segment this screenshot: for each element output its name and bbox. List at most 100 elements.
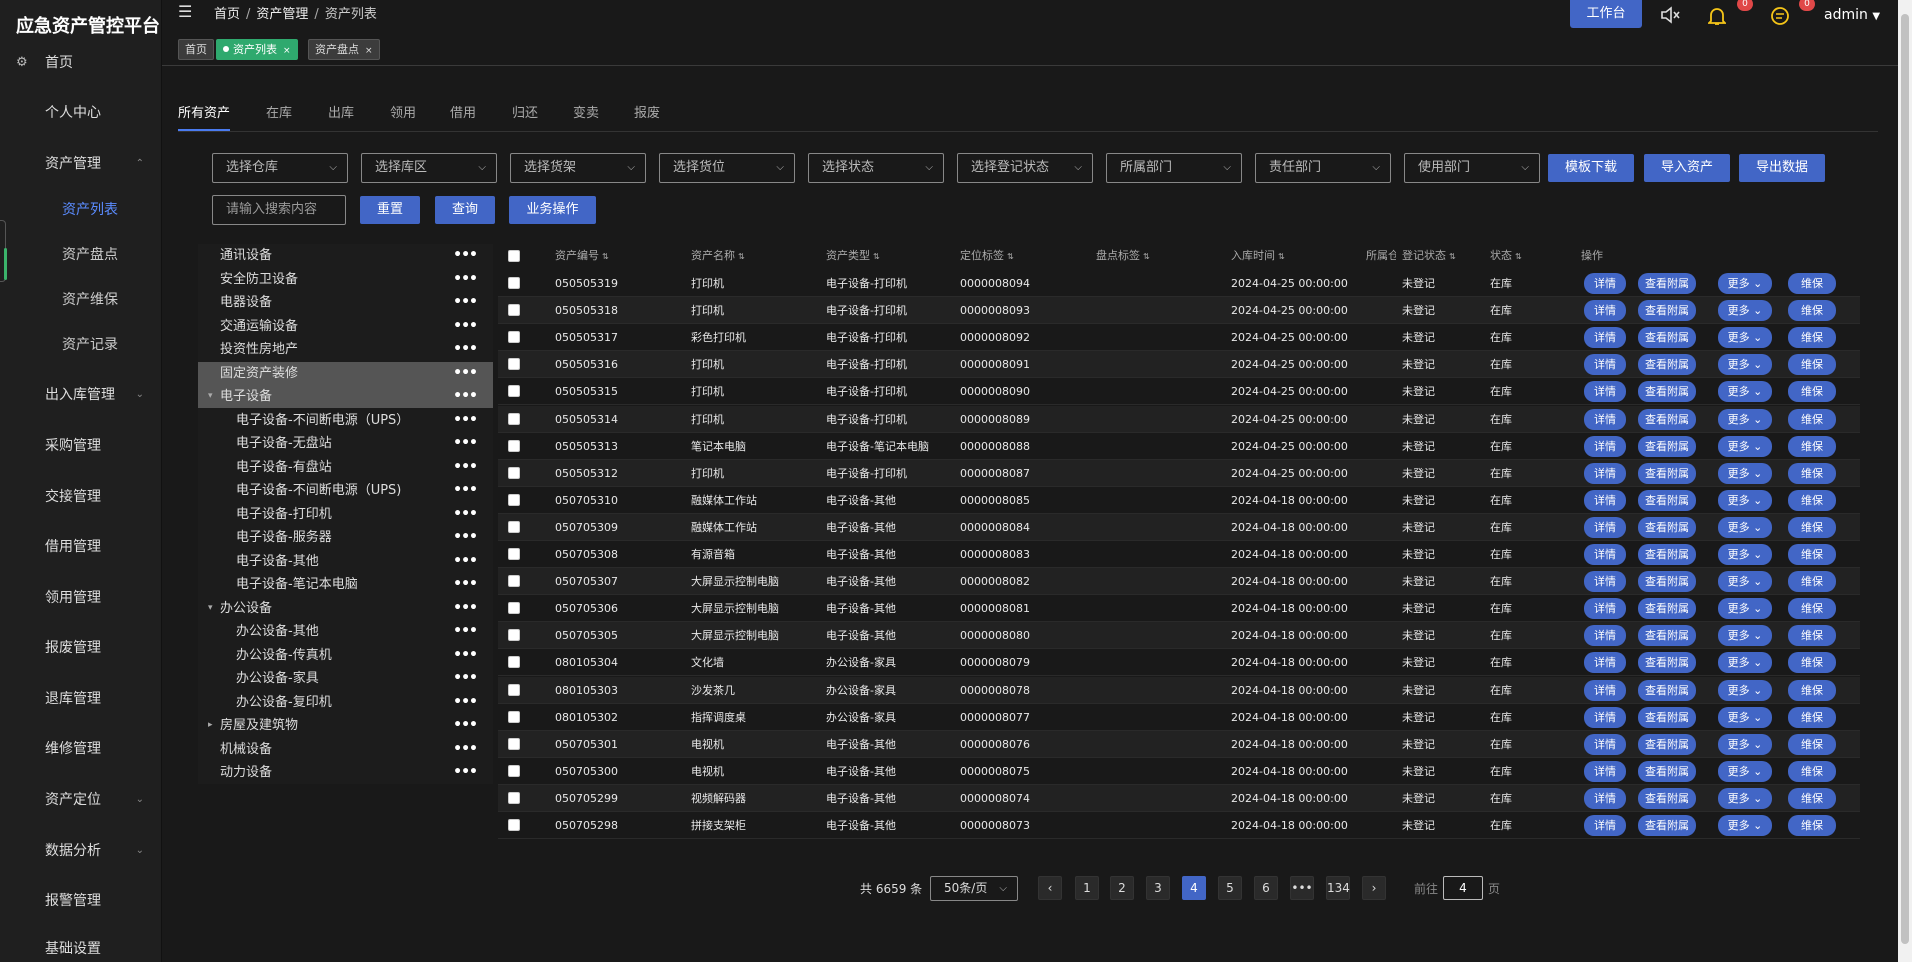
more-icon[interactable]: ••• [453, 315, 478, 338]
page-size-select[interactable]: 50条/页 ⌵ [930, 876, 1018, 901]
more-icon[interactable]: ••• [453, 385, 478, 408]
more-icon[interactable]: ••• [453, 479, 478, 502]
scrollbar-thumb[interactable] [1901, 14, 1909, 944]
tab[interactable]: 变卖 [573, 102, 599, 121]
more-icon[interactable]: ••• [453, 761, 478, 784]
more-actions-button[interactable]: 更多 ⌄ [1718, 625, 1772, 647]
goto-page-input[interactable]: 4 [1443, 876, 1483, 900]
sort-icon[interactable]: ⇅ [738, 252, 745, 261]
export-data-button[interactable]: 导出数据 [1739, 154, 1825, 182]
sidebar-item[interactable]: 数据分析 ⌄ [0, 836, 162, 866]
view-attachments-button[interactable]: 查看附属 [1638, 706, 1696, 728]
tree-node[interactable]: 电子设备-服务器 ••• [198, 526, 493, 549]
sort-icon[interactable]: ⇅ [1143, 252, 1150, 261]
tree-node[interactable]: ▾ 电子设备 ••• [198, 385, 493, 408]
detail-button[interactable]: 详情 [1584, 706, 1626, 728]
view-attachments-button[interactable]: 查看附属 [1638, 408, 1696, 430]
row-checkbox[interactable] [508, 385, 520, 398]
more-icon[interactable]: ••• [453, 244, 478, 267]
detail-button[interactable]: 详情 [1584, 544, 1626, 565]
more-actions-button[interactable]: 更多 ⌄ [1718, 760, 1772, 782]
maintain-button[interactable]: 维保 [1788, 706, 1836, 728]
tab[interactable]: 借用 [450, 102, 476, 121]
row-checkbox[interactable] [508, 791, 520, 804]
row-checkbox[interactable] [508, 304, 520, 317]
view-attachments-button[interactable]: 查看附属 [1638, 516, 1696, 538]
tree-node[interactable]: 动力设备 ••• [198, 761, 493, 784]
view-attachments-button[interactable]: 查看附属 [1638, 327, 1696, 349]
maintain-button[interactable]: 维保 [1788, 435, 1836, 457]
chat-icon[interactable] [1770, 6, 1790, 31]
page-button[interactable]: 4 [1182, 876, 1206, 900]
detail-button[interactable]: 详情 [1584, 733, 1626, 755]
more-icon[interactable]: ••• [453, 338, 478, 361]
menu-toggle-icon[interactable]: ☰ [178, 2, 192, 21]
sidebar-item[interactable]: 采购管理 [0, 431, 162, 461]
detail-button[interactable]: 详情 [1584, 760, 1626, 782]
detail-button[interactable]: 详情 [1584, 327, 1626, 349]
row-checkbox[interactable] [508, 466, 520, 479]
view-attachments-button[interactable]: 查看附属 [1638, 571, 1696, 593]
page-button[interactable]: 3 [1146, 876, 1170, 900]
sidebar-item[interactable]: 个人中心 [0, 98, 162, 128]
tree-node[interactable]: 办公设备-家具 ••• [198, 667, 493, 690]
sort-icon[interactable]: ⇅ [1278, 252, 1285, 261]
more-actions-button[interactable]: 更多 ⌄ [1718, 435, 1772, 457]
search-input[interactable]: 请输入搜索内容 [212, 195, 346, 225]
detail-button[interactable]: 详情 [1584, 571, 1626, 593]
view-attachments-button[interactable]: 查看附属 [1638, 489, 1696, 511]
sort-icon[interactable]: ⇅ [1515, 252, 1522, 261]
view-attachments-button[interactable]: 查看附属 [1638, 679, 1696, 701]
more-icon[interactable]: ••• [453, 644, 478, 667]
tab[interactable]: 所有资产 [178, 102, 230, 121]
maintain-button[interactable]: 维保 [1788, 598, 1836, 620]
tab[interactable]: 归还 [512, 102, 538, 121]
maintain-button[interactable]: 维保 [1788, 571, 1836, 593]
row-checkbox[interactable] [508, 520, 520, 533]
maintain-button[interactable]: 维保 [1788, 625, 1836, 647]
detail-button[interactable]: 详情 [1584, 625, 1626, 647]
filter-select[interactable]: 责任部门 ⌵ [1255, 153, 1391, 183]
row-checkbox[interactable] [508, 412, 520, 425]
sidebar-item[interactable]: 资产管理 ⌃ [0, 149, 162, 179]
more-icon[interactable]: ••• [453, 268, 478, 291]
page-button[interactable]: 5 [1218, 876, 1242, 900]
detail-button[interactable]: 详情 [1584, 787, 1626, 809]
tree-node[interactable]: 通讯设备 ••• [198, 244, 493, 267]
tree-node[interactable]: 机械设备 ••• [198, 738, 493, 761]
filter-select[interactable]: 使用部门 ⌵ [1404, 153, 1540, 183]
column-header[interactable]: 入库时间 ⇅ [1231, 242, 1285, 270]
detail-button[interactable]: 详情 [1584, 679, 1626, 701]
row-checkbox[interactable] [508, 656, 520, 669]
business-ops-button[interactable]: 业务操作 [509, 196, 596, 224]
sidebar-item[interactable]: 资产记录 [0, 330, 162, 360]
sort-icon[interactable]: ⇅ [1449, 252, 1456, 261]
more-actions-button[interactable]: 更多 ⌄ [1718, 489, 1772, 511]
row-checkbox[interactable] [508, 331, 520, 344]
detail-button[interactable]: 详情 [1584, 489, 1626, 511]
more-actions-button[interactable]: 更多 ⌄ [1718, 571, 1772, 593]
more-icon[interactable]: ••• [453, 667, 478, 690]
sidebar-item[interactable]: 退库管理 [0, 684, 162, 714]
template-download-button[interactable]: 模板下载 [1548, 154, 1634, 182]
query-button[interactable]: 查询 [435, 196, 495, 224]
reset-button[interactable]: 重置 [360, 196, 420, 224]
view-attachments-button[interactable]: 查看附属 [1638, 273, 1696, 294]
more-actions-button[interactable]: 更多 ⌄ [1718, 598, 1772, 620]
sidebar-item[interactable]: 基础设置 [0, 934, 162, 962]
more-icon[interactable]: ••• [453, 362, 478, 385]
detail-button[interactable]: 详情 [1584, 300, 1626, 322]
tag-asset-list[interactable]: 资产列表 × [216, 39, 298, 60]
more-actions-button[interactable]: 更多 ⌄ [1718, 733, 1772, 755]
more-icon[interactable]: ••• [453, 291, 478, 314]
tree-node[interactable]: ▸ 房屋及建筑物 ••• [198, 714, 493, 737]
sidebar-item[interactable]: 交接管理 [0, 482, 162, 512]
more-icon[interactable]: ••• [453, 526, 478, 549]
detail-button[interactable]: 详情 [1584, 598, 1626, 620]
tree-node[interactable]: 电器设备 ••• [198, 291, 493, 314]
filter-select[interactable]: 选择货架 ⌵ [510, 153, 646, 183]
view-attachments-button[interactable]: 查看附属 [1638, 381, 1696, 403]
more-actions-button[interactable]: 更多 ⌄ [1718, 706, 1772, 728]
view-attachments-button[interactable]: 查看附属 [1638, 354, 1696, 376]
maintain-button[interactable]: 维保 [1788, 815, 1836, 836]
